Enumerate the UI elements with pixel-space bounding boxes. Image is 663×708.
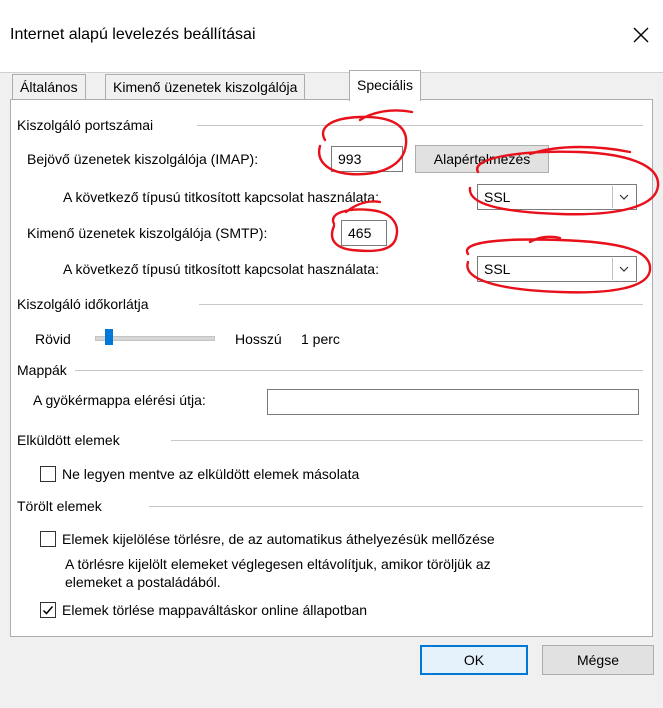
group-divider: [199, 304, 643, 305]
group-title-sent-items: Elküldött elemek: [17, 432, 126, 448]
group-divider: [197, 125, 643, 126]
incoming-server-label: Bejövő üzenetek kiszolgálója (IMAP):: [27, 151, 259, 167]
mark-for-deletion-checkbox[interactable]: [40, 531, 56, 547]
outgoing-port-input[interactable]: [341, 220, 387, 246]
close-icon: [633, 27, 649, 43]
default-ports-button[interactable]: Alapértelmezés: [415, 145, 549, 173]
cancel-button[interactable]: Mégse: [542, 645, 654, 675]
timeout-long-label: Hosszú: [235, 331, 282, 347]
group-title-folders: Mappák: [17, 362, 73, 378]
purge-on-switch-checkbox[interactable]: [40, 602, 56, 618]
incoming-encryption-select[interactable]: SSL: [477, 184, 637, 210]
group-title-server-timeout: Kiszolgáló időkorlátja: [17, 296, 155, 312]
title-bar: Internet alapú levelezés beállításai: [0, 0, 663, 73]
tab-panel-advanced: Kiszolgáló portszámai Bejövő üzenetek ki…: [10, 99, 653, 637]
deletion-note-line-1: A törlésre kijelölt elemeket véglegesen …: [65, 556, 491, 572]
outgoing-encryption-select[interactable]: SSL: [477, 256, 637, 282]
no-sent-copy-checkbox[interactable]: [40, 466, 56, 482]
incoming-encryption-value: SSL: [484, 189, 511, 205]
incoming-port-input[interactable]: [331, 146, 403, 172]
chevron-down-icon: [612, 186, 635, 208]
outgoing-encryption-value: SSL: [484, 261, 511, 277]
window-title: Internet alapú levelezés beállításai: [10, 26, 256, 43]
timeout-value: 1 perc: [301, 331, 340, 347]
root-folder-path-input[interactable]: [267, 389, 639, 415]
timeout-short-label: Rövid: [35, 331, 71, 347]
no-sent-copy-label[interactable]: Ne legyen mentve az elküldött elemek más…: [62, 466, 359, 482]
tab-advanced[interactable]: Speciális: [349, 70, 422, 101]
group-title-server-ports: Kiszolgáló portszámai: [17, 117, 160, 133]
ok-button[interactable]: OK: [420, 645, 528, 675]
group-divider: [149, 506, 643, 507]
checkmark-icon: [42, 606, 54, 615]
purge-on-switch-label[interactable]: Elemek törlése mappaváltáskor online áll…: [62, 602, 367, 618]
tab-general[interactable]: Általános: [12, 74, 86, 99]
group-divider: [75, 370, 643, 371]
settings-dialog: Internet alapú levelezés beállításai Ált…: [0, 0, 663, 708]
mark-for-deletion-label[interactable]: Elemek kijelölése törlésre, de az automa…: [62, 531, 495, 547]
tab-outgoing-server[interactable]: Kimenő üzenetek kiszolgálója: [105, 74, 306, 99]
chevron-down-icon: [612, 258, 635, 280]
group-divider: [171, 440, 643, 441]
encryption-label-incoming: A következő típusú titkosított kapcsolat…: [63, 189, 379, 205]
outgoing-server-label: Kimenő üzenetek kiszolgálója (SMTP):: [27, 225, 268, 241]
timeout-slider-thumb[interactable]: [105, 329, 114, 345]
root-folder-path-label: A gyökérmappa elérési útja:: [33, 392, 206, 408]
deletion-note-line-2: elemeket a postaládából.: [65, 574, 221, 590]
group-title-deleted-items: Törölt elemek: [17, 498, 108, 514]
close-button[interactable]: [624, 18, 658, 52]
encryption-label-outgoing: A következő típusú titkosított kapcsolat…: [63, 261, 379, 277]
